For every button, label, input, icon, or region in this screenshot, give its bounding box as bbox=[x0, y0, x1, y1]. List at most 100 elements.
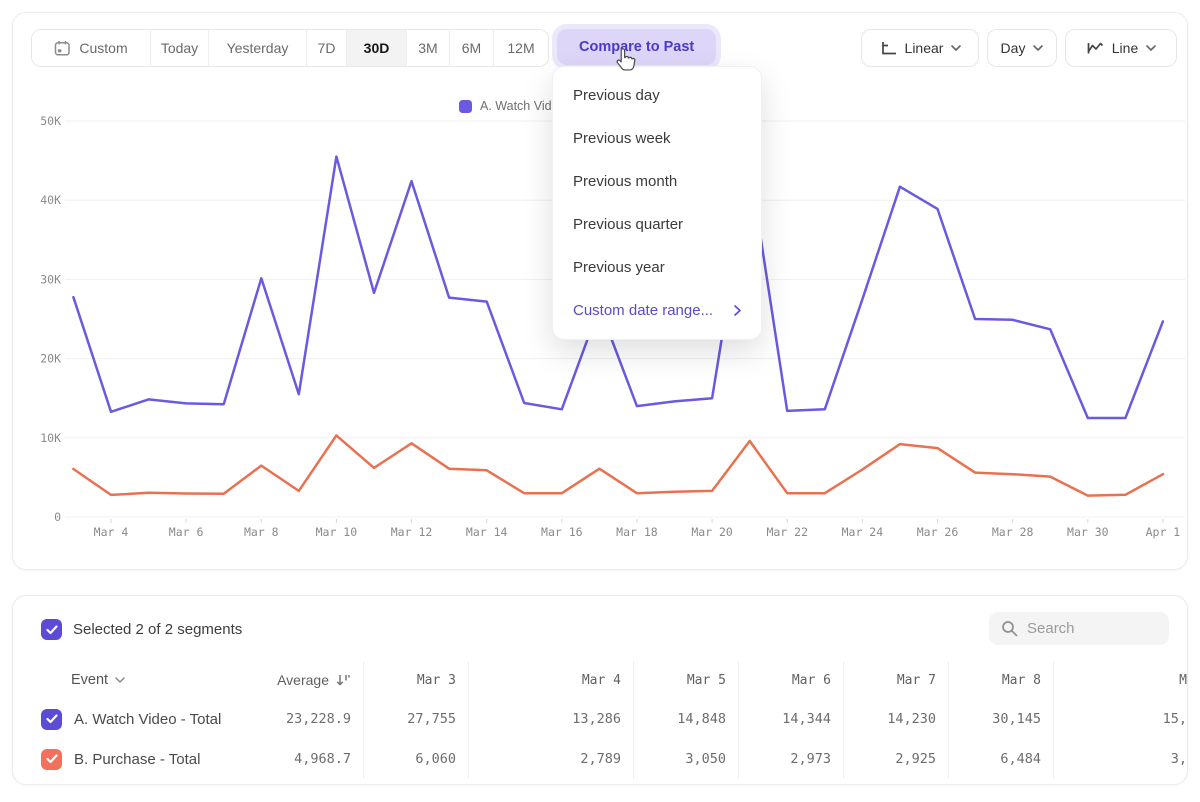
preset-label: 7D bbox=[318, 40, 336, 56]
preset-yesterday[interactable]: Yesterday bbox=[208, 30, 306, 66]
svg-text:Mar 4: Mar 4 bbox=[94, 525, 129, 539]
chevron-right-icon bbox=[734, 305, 741, 316]
search-icon bbox=[1001, 620, 1018, 637]
svg-text:Mar 22: Mar 22 bbox=[766, 525, 808, 539]
segment-cell-value: 15, bbox=[1053, 699, 1187, 739]
segment-cell-event: B. Purchase - Total bbox=[13, 739, 243, 779]
interval-dropdown-button[interactable]: Day bbox=[987, 29, 1057, 67]
segment-cell-value: 13,286 bbox=[468, 699, 633, 739]
preset-6m[interactable]: 6M bbox=[449, 30, 493, 66]
svg-text:Mar 18: Mar 18 bbox=[616, 525, 658, 539]
svg-text:10K: 10K bbox=[40, 431, 61, 445]
column-header-event[interactable]: Event bbox=[13, 661, 243, 699]
column-header-mar-8: Mar 8 bbox=[948, 661, 1053, 699]
svg-text:Mar 8: Mar 8 bbox=[244, 525, 279, 539]
svg-text:Mar 30: Mar 30 bbox=[1067, 525, 1109, 539]
preset-30d[interactable]: 30D bbox=[346, 30, 406, 66]
segments-selected-text: Selected 2 of 2 segments bbox=[73, 621, 242, 638]
scale-dropdown-label: Linear bbox=[905, 40, 944, 56]
segments-table: EventAverageMar 3Mar 4Mar 5Mar 6Mar 7Mar… bbox=[13, 661, 1187, 779]
segment-label: A. Watch Video - Total bbox=[74, 711, 221, 728]
search-input[interactable] bbox=[1027, 620, 1157, 637]
segment-cell-value: 2,973 bbox=[738, 739, 843, 779]
preset-label: 6M bbox=[462, 40, 481, 56]
select-all-segments-checkbox[interactable] bbox=[41, 619, 62, 640]
segment-cell-value: 30,145 bbox=[948, 699, 1053, 739]
svg-text:Mar 6: Mar 6 bbox=[169, 525, 204, 539]
segment-cell-value: 3,050 bbox=[633, 739, 738, 779]
segment-row: B. Purchase - Total 4,968.76,0602,7893,05… bbox=[13, 739, 1187, 779]
sort-descending-icon bbox=[336, 673, 351, 687]
chevron-down-icon bbox=[1146, 45, 1156, 51]
calendar-icon bbox=[54, 40, 71, 57]
segment-cell-average: 4,968.7 bbox=[243, 739, 363, 779]
menu-item-previous-month[interactable]: Previous month bbox=[553, 160, 761, 203]
svg-text:Mar 12: Mar 12 bbox=[391, 525, 433, 539]
segment-label: B. Purchase - Total bbox=[74, 751, 200, 768]
column-header-mar-7: Mar 7 bbox=[843, 661, 948, 699]
preset-label: Yesterday bbox=[227, 40, 289, 56]
chart-type-dropdown-label: Line bbox=[1112, 40, 1138, 56]
menu-item-custom-date-range[interactable]: Custom date range... bbox=[553, 289, 761, 332]
segment-cell-event: A. Watch Video - Total bbox=[13, 699, 243, 739]
menu-item-previous-quarter[interactable]: Previous quarter bbox=[553, 203, 761, 246]
preset-7d[interactable]: 7D bbox=[306, 30, 346, 66]
segment-checkbox[interactable] bbox=[41, 749, 62, 770]
preset-today[interactable]: Today bbox=[150, 30, 208, 66]
linear-scale-icon bbox=[879, 40, 897, 56]
column-header-m: M bbox=[1053, 661, 1187, 699]
segment-cell-value: 14,344 bbox=[738, 699, 843, 739]
menu-item-previous-day[interactable]: Previous day bbox=[553, 74, 761, 117]
column-header-average[interactable]: Average bbox=[243, 661, 363, 699]
segment-cell-value: 27,755 bbox=[363, 699, 468, 739]
preset-label: 3M bbox=[418, 40, 437, 56]
search-box[interactable] bbox=[989, 612, 1169, 645]
preset-custom[interactable]: Custom bbox=[32, 30, 150, 66]
custom-date-range-label: Custom date range... bbox=[573, 302, 713, 319]
column-header-mar-5: Mar 5 bbox=[633, 661, 738, 699]
chevron-down-icon bbox=[951, 45, 961, 51]
svg-text:40K: 40K bbox=[40, 193, 61, 207]
compare-to-past-button[interactable]: Compare to Past bbox=[557, 29, 716, 65]
column-header-mar-6: Mar 6 bbox=[738, 661, 843, 699]
segment-cell-value: 3, bbox=[1053, 739, 1187, 779]
menu-item-previous-year[interactable]: Previous year bbox=[553, 246, 761, 289]
svg-text:0: 0 bbox=[54, 510, 61, 524]
preset-12m[interactable]: 12M bbox=[493, 30, 548, 66]
svg-text:Mar 20: Mar 20 bbox=[691, 525, 733, 539]
analytics-dashboard: Custom Today Yesterday 7D 30D 3M 6M 12M Compare… bbox=[0, 0, 1200, 802]
preset-3m[interactable]: 3M bbox=[406, 30, 449, 66]
svg-text:Mar 10: Mar 10 bbox=[316, 525, 358, 539]
legend-swatch-watch-video bbox=[459, 100, 472, 113]
svg-text:Mar 24: Mar 24 bbox=[842, 525, 884, 539]
column-header-mar-3: Mar 3 bbox=[363, 661, 468, 699]
segment-cell-average: 23,228.9 bbox=[243, 699, 363, 739]
line-chart-icon bbox=[1086, 40, 1104, 56]
svg-text:Mar 16: Mar 16 bbox=[541, 525, 583, 539]
segment-cell-value: 2,789 bbox=[468, 739, 633, 779]
segment-row: A. Watch Video - Total 23,228.927,75513,2… bbox=[13, 699, 1187, 739]
preset-label: 30D bbox=[364, 40, 390, 56]
segment-cell-value: 14,230 bbox=[843, 699, 948, 739]
date-range-preset-group: Custom Today Yesterday 7D 30D 3M 6M 12M bbox=[31, 29, 549, 67]
menu-item-previous-week[interactable]: Previous week bbox=[553, 117, 761, 160]
scale-dropdown-button[interactable]: Linear bbox=[861, 29, 979, 67]
column-header-mar-4: Mar 4 bbox=[468, 661, 633, 699]
segment-cell-value: 6,060 bbox=[363, 739, 468, 779]
chart-type-dropdown-button[interactable]: Line bbox=[1065, 29, 1177, 67]
svg-text:Mar 14: Mar 14 bbox=[466, 525, 508, 539]
svg-text:Mar 26: Mar 26 bbox=[917, 525, 959, 539]
compare-to-past-menu: Previous dayPrevious weekPrevious monthP… bbox=[552, 66, 762, 340]
segment-cell-value: 2,925 bbox=[843, 739, 948, 779]
segments-card: Selected 2 of 2 segments EventAverageMar… bbox=[12, 595, 1188, 785]
svg-text:Mar 28: Mar 28 bbox=[992, 525, 1034, 539]
segment-cell-value: 6,484 bbox=[948, 739, 1053, 779]
svg-text:Apr 1: Apr 1 bbox=[1146, 525, 1181, 539]
preset-label: Custom bbox=[79, 40, 127, 56]
svg-text:50K: 50K bbox=[40, 114, 61, 128]
segment-checkbox[interactable] bbox=[41, 709, 62, 730]
chevron-down-icon bbox=[115, 677, 125, 683]
segment-cell-value: 14,848 bbox=[633, 699, 738, 739]
svg-text:30K: 30K bbox=[40, 272, 61, 286]
preset-label: 12M bbox=[507, 40, 534, 56]
